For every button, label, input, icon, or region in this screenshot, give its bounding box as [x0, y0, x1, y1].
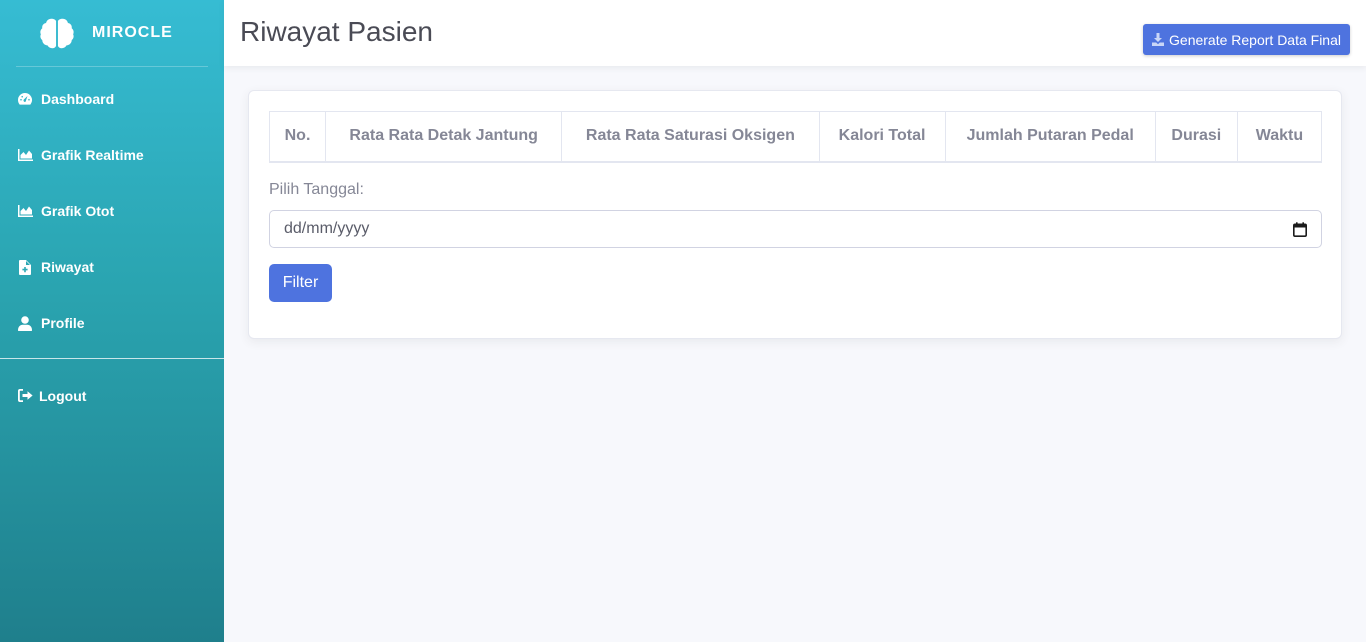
- date-input[interactable]: dd/mm/yyyy: [269, 210, 1322, 248]
- generate-report-button[interactable]: Generate Report Data Final: [1143, 24, 1350, 55]
- sign-out-icon: [17, 388, 33, 404]
- logout-label: Logout: [39, 387, 87, 404]
- sidebar-item-label: Grafik Otot: [41, 203, 115, 219]
- sidebar-item-label: Profile: [41, 315, 85, 331]
- history-table: No. Rata Rata Detak Jantung Rata Rata Sa…: [268, 111, 1323, 163]
- page-title: Riwayat Pasien: [240, 16, 433, 47]
- column-header-duration[interactable]: Durasi: [1154, 111, 1238, 163]
- column-header-pedal-rotations[interactable]: Jumlah Putaran Pedal: [944, 111, 1156, 163]
- sidebar-item-profile[interactable]: Profile: [0, 295, 224, 351]
- date-filter-label: Pilih Tanggal:: [269, 181, 364, 198]
- calendar-icon[interactable]: [1293, 221, 1307, 237]
- column-header-heart-rate[interactable]: Rata Rata Detak Jantung: [325, 111, 563, 163]
- sidebar-item-label: Dashboard: [41, 91, 115, 107]
- column-header-oxygen[interactable]: Rata Rata Saturasi Oksigen: [561, 111, 820, 163]
- medical-file-icon: [17, 259, 33, 275]
- brand-name: MIROCLE: [92, 24, 173, 41]
- brain-icon: [40, 18, 74, 49]
- table-header-row: No. Rata Rata Detak Jantung Rata Rata Sa…: [268, 111, 1323, 163]
- column-header-time[interactable]: Waktu: [1236, 111, 1323, 163]
- sidebar-item-grafik-otot[interactable]: Grafik Otot: [0, 183, 224, 239]
- sidebar-item-label: Grafik Realtime: [41, 147, 144, 163]
- sidebar-item-label: Riwayat: [41, 259, 94, 275]
- area-chart-icon: [17, 203, 33, 219]
- sidebar: MIROCLE Dashboard Grafik Realtime Grafik…: [0, 0, 224, 642]
- user-icon: [17, 315, 33, 331]
- history-card: No. Rata Rata Detak Jantung Rata Rata Sa…: [248, 90, 1342, 339]
- gauge-icon: [17, 91, 33, 107]
- generate-report-label: Generate Report Data Final: [1169, 31, 1341, 48]
- sidebar-item-dashboard[interactable]: Dashboard: [0, 71, 224, 127]
- area-chart-icon: [17, 147, 33, 163]
- brand[interactable]: MIROCLE: [0, 0, 224, 66]
- date-input-value: dd/mm/yyyy: [284, 220, 370, 237]
- topbar: Riwayat Pasien Generate Report Data Fina…: [224, 0, 1366, 66]
- sidebar-item-logout[interactable]: Logout: [0, 359, 224, 432]
- download-icon: [1152, 33, 1165, 46]
- column-header-calories[interactable]: Kalori Total: [818, 111, 946, 163]
- filter-button[interactable]: Filter: [269, 264, 332, 302]
- column-header-no[interactable]: No.: [268, 111, 327, 163]
- sidebar-item-riwayat[interactable]: Riwayat: [0, 239, 224, 295]
- sidebar-nav: Dashboard Grafik Realtime Grafik Otot Ri…: [0, 67, 224, 351]
- sidebar-item-grafik-realtime[interactable]: Grafik Realtime: [0, 127, 224, 183]
